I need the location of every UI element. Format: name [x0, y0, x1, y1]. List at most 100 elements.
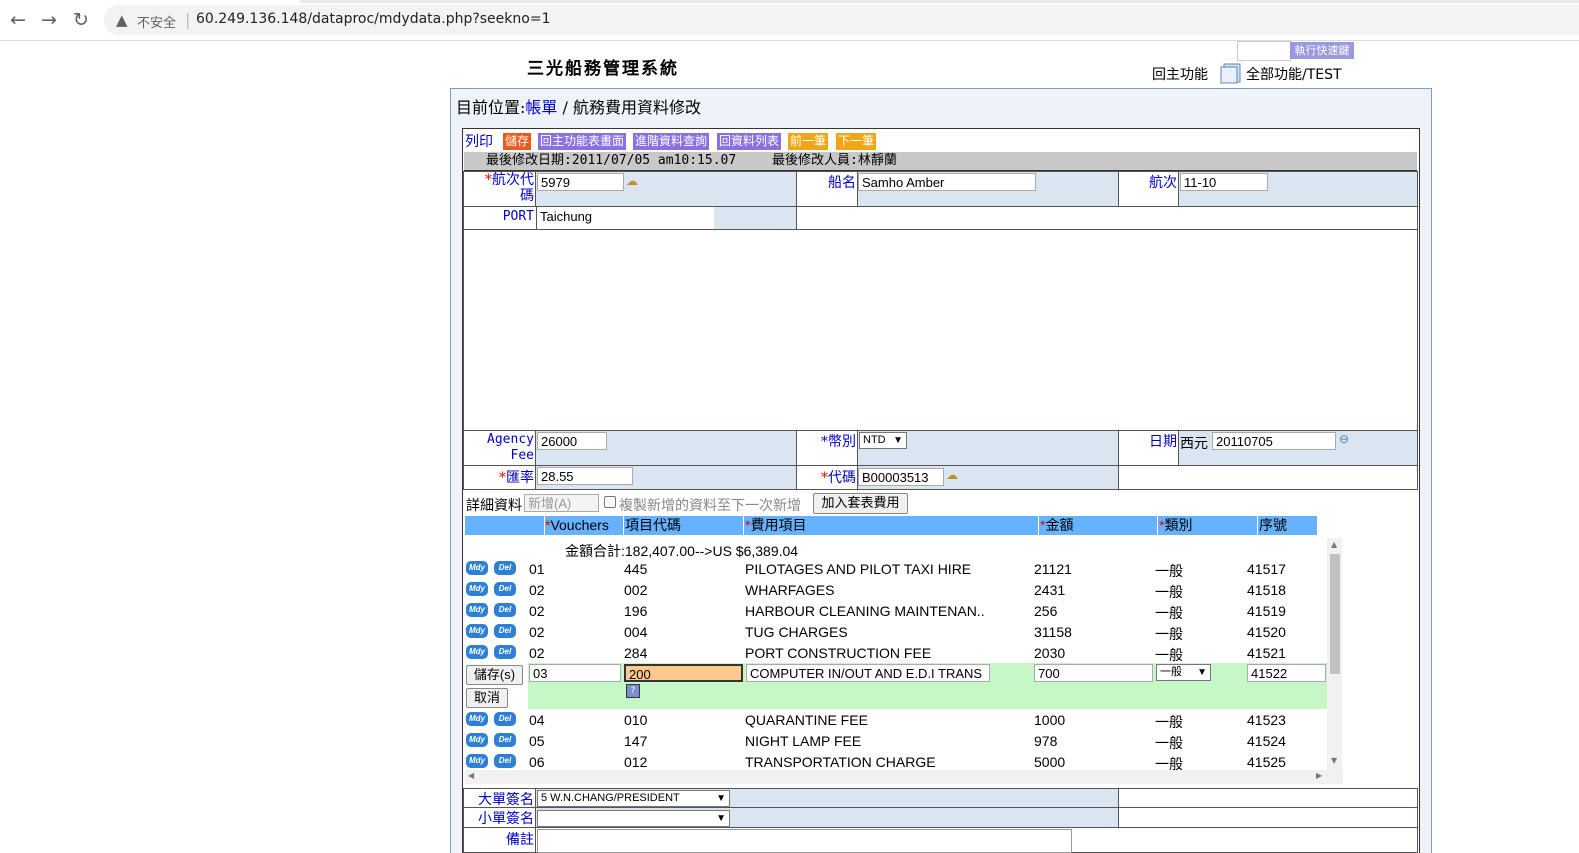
modify-button[interactable]: Mdy [466, 624, 488, 638]
delete-button[interactable]: Del [494, 624, 516, 638]
scroll-down-icon[interactable]: ▼ [1331, 756, 1337, 765]
edit-seq-input[interactable]: 41522 [1247, 664, 1326, 682]
agency-fee-label: Agency Fee [487, 432, 534, 463]
all-functions-link[interactable]: 全部功能/TEST [1246, 64, 1342, 84]
ship-name-input[interactable]: Samho Amber [858, 173, 1036, 191]
lookup-icon[interactable]: ☁ [626, 174, 638, 188]
rate-label: *匯率 [499, 470, 534, 486]
modify-button[interactable]: Mdy [466, 712, 488, 726]
home-link[interactable]: 回主功能 [1152, 64, 1208, 84]
delete-button[interactable]: Del [494, 645, 516, 659]
row-code: 002 [624, 582, 648, 598]
row-item: NIGHT LAMP FEE [745, 733, 862, 749]
modify-button[interactable]: Mdy [466, 733, 488, 747]
warning-icon[interactable]: ▲ [116, 11, 128, 29]
row-voucher: 02 [529, 645, 545, 661]
delete-button[interactable]: Del [494, 754, 516, 768]
scroll-right-icon[interactable]: ▶ [1316, 771, 1322, 780]
delete-button[interactable]: Del [494, 582, 516, 596]
code-lookup-icon[interactable]: ☁ [946, 468, 958, 482]
row-seq: 41524 [1247, 733, 1286, 749]
rate-input[interactable]: 28.55 [537, 467, 633, 485]
row-type: 一般 [1155, 756, 1183, 770]
modify-button[interactable]: Mdy [466, 603, 488, 617]
all-functions-label[interactable]: 全部功能 [1246, 67, 1302, 83]
scroll-left-icon[interactable]: ◀ [468, 771, 474, 780]
modify-button[interactable]: Mdy [466, 561, 488, 575]
row-type: 一般 [1155, 626, 1183, 642]
advanced-query-button[interactable]: 進階資料查詢 [633, 133, 710, 150]
currency-select[interactable]: NTD ▼ [859, 432, 907, 449]
next-record-button[interactable]: 下一筆 [836, 133, 877, 150]
code-label: *代碼 [821, 470, 856, 486]
insecure-label[interactable]: 不安全 [137, 12, 176, 31]
add-template-fee-button[interactable]: 加入套表費用 [813, 493, 908, 514]
edit-item-input[interactable]: COMPUTER IN/OUT AND E.D.I TRANS [746, 664, 990, 682]
scrollbar-thumb[interactable] [1330, 554, 1340, 674]
modify-button[interactable]: Mdy [466, 582, 488, 596]
user-label: /TEST [1302, 67, 1342, 83]
row-save-button[interactable]: 儲存(s) [466, 665, 523, 685]
voyage-code-input[interactable]: 5979 [537, 173, 624, 191]
print-link[interactable]: 列印 [465, 131, 493, 151]
breadcrumb-prefix: 目前位置: [456, 98, 526, 117]
forward-icon[interactable]: → [37, 8, 61, 32]
row-item: TUG CHARGES [745, 624, 848, 640]
code-search-icon[interactable]: ? [626, 684, 640, 698]
row-amount: 256 [1034, 603, 1058, 619]
delete-button[interactable]: Del [494, 561, 516, 575]
quick-key-button[interactable]: 執行快速鍵 [1290, 42, 1354, 59]
row-item: WHARFAGES [745, 582, 835, 598]
row-type: 一般 [1155, 647, 1183, 663]
row-voucher: 02 [529, 582, 545, 598]
small-sign-select[interactable]: ▼ [537, 810, 730, 827]
big-sign-select[interactable]: 5 W.N.CHANG/PRESIDENT ▼ [537, 790, 730, 807]
quick-key-input[interactable] [1237, 41, 1291, 61]
agency-fee-input[interactable]: 26000 [537, 432, 607, 450]
code-input[interactable]: B00003513 [858, 468, 944, 486]
back-icon[interactable]: ← [6, 8, 30, 32]
big-sign-extra-cell [1118, 788, 1418, 808]
row-cancel-button[interactable]: 取消 [466, 688, 508, 708]
modified-info-bar: 最後修改日期:2011/07/05 am10:15.07 最後修改人員:林靜蘭 [464, 152, 1417, 171]
breadcrumb-link-bills[interactable]: 帳單 [525, 98, 557, 117]
modify-button[interactable]: Mdy [466, 754, 488, 768]
calendar-icon[interactable]: ⊖ [1339, 432, 1349, 446]
rate-extra-cell [1118, 465, 1418, 490]
back-main-button[interactable]: 回主功能表畫面 [538, 133, 627, 150]
row-type: 一般 [1155, 605, 1183, 621]
header-fee-item: *費用項目 [745, 517, 807, 533]
voyage-input[interactable]: 11-10 [1180, 173, 1268, 191]
row-voucher: 02 [529, 624, 545, 640]
modified-date: 最後修改日期:2011/07/05 am10:15.07 [486, 153, 737, 168]
row-seq: 41517 [1247, 561, 1286, 577]
back-list-button[interactable]: 回資料列表 [717, 133, 782, 150]
delete-button[interactable]: Del [494, 712, 516, 726]
url-text[interactable]: 60.249.136.148/dataproc/mdydata.php?seek… [196, 11, 550, 27]
horizontal-scrollbar[interactable] [465, 770, 1343, 784]
row-code: 010 [624, 712, 648, 728]
row-type: 一般 [1155, 584, 1183, 600]
delete-button[interactable]: Del [494, 603, 516, 617]
delete-button[interactable]: Del [494, 733, 516, 747]
scroll-up-icon[interactable]: ▲ [1331, 540, 1337, 549]
reload-icon[interactable]: ↻ [69, 8, 93, 32]
add-button[interactable]: 新增(A) [524, 494, 599, 512]
edit-code-input[interactable]: 200 [624, 664, 743, 682]
copy-checkbox[interactable] [604, 496, 616, 508]
date-input[interactable]: 20110705 [1212, 432, 1336, 450]
all-functions-icon[interactable] [1219, 62, 1243, 84]
edit-voucher-input[interactable]: 03 [529, 664, 621, 682]
ship-name-label: 船名 [828, 175, 856, 191]
breadcrumb: 目前位置:帳單 / 航務費用資料修改 [456, 94, 701, 118]
row-code: 196 [624, 603, 648, 619]
save-button[interactable]: 儲存 [503, 133, 532, 150]
modify-button[interactable]: Mdy [466, 645, 488, 659]
prev-record-button[interactable]: 前一筆 [788, 133, 829, 150]
port-input[interactable]: Taichung [537, 208, 714, 226]
small-sign-label: 小單簽名 [478, 811, 534, 827]
edit-amount-input[interactable]: 700 [1034, 664, 1153, 682]
remark-textarea[interactable] [537, 829, 1072, 853]
edit-type-select[interactable]: 一般 ▼ [1156, 664, 1211, 681]
row-voucher: 05 [529, 733, 545, 749]
